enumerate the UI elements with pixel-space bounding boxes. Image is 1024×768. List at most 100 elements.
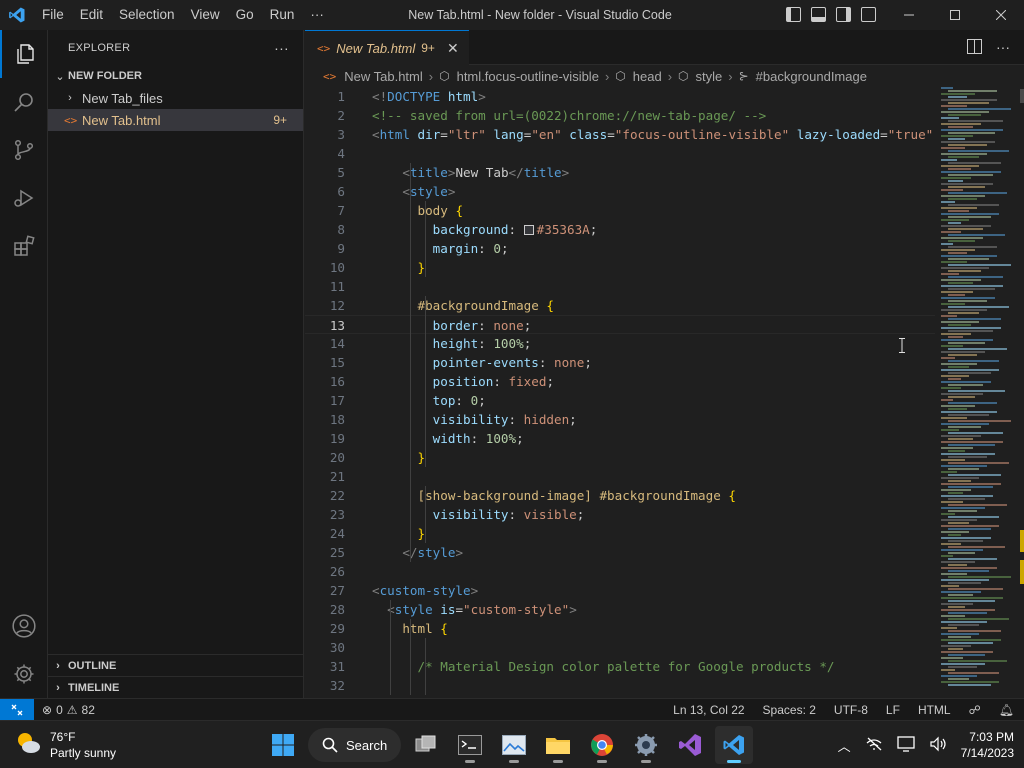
network-off-icon[interactable] — [865, 737, 883, 754]
menu-item-go[interactable]: Go — [228, 0, 262, 30]
code-editor[interactable]: 1 <!DOCTYPE html> 2 <!-- saved from url=(00… — [305, 87, 935, 698]
explorer-more-actions-button[interactable]: ··· — [274, 40, 289, 56]
tab-new-tab-html[interactable]: <> New Tab.html 9+ ✕ — [305, 30, 469, 65]
maximize-button[interactable] — [932, 0, 978, 30]
close-window-button[interactable] — [978, 0, 1024, 30]
file-explorer-icon[interactable] — [539, 726, 577, 764]
menu-item-edit[interactable]: Edit — [72, 0, 111, 30]
code-line[interactable]: 22 [show-background-image] #backgroundIm… — [305, 486, 935, 505]
menu-item-view[interactable]: View — [183, 0, 228, 30]
code-line[interactable]: 23 visibility: visible; — [305, 505, 935, 524]
code-line[interactable]: 3 <html dir="ltr" lang="en" class="focus-… — [305, 125, 935, 144]
code-line[interactable]: 31 /* Material Design color palette for … — [305, 657, 935, 676]
breadcrumb-item[interactable]: style — [696, 69, 723, 84]
search-icon[interactable] — [0, 78, 48, 126]
cursor-position[interactable]: Ln 13, Col 22 — [673, 703, 744, 717]
code-token: width — [432, 431, 471, 446]
code-line[interactable]: 26 — [305, 562, 935, 581]
code-line[interactable]: 12 #backgroundImage { — [305, 296, 935, 315]
explorer-icon[interactable] — [0, 30, 48, 78]
breadcrumb-item[interactable]: #backgroundImage — [756, 69, 867, 84]
vscode-taskbar-icon[interactable] — [715, 726, 754, 764]
code-text: body { — [372, 201, 464, 220]
display-icon[interactable] — [896, 735, 915, 755]
encoding[interactable]: UTF-8 — [834, 703, 868, 717]
tree-item-folder[interactable]: › New Tab_files — [48, 87, 303, 109]
task-view-icon[interactable] — [407, 726, 445, 764]
code-line[interactable]: 19 width: 100%; — [305, 429, 935, 448]
code-line[interactable]: 32 — [305, 676, 935, 695]
toggle-primary-sidebar-icon[interactable] — [786, 7, 801, 22]
chrome-app-icon[interactable] — [583, 726, 621, 764]
code-line[interactable]: 13 border: none; — [305, 315, 935, 334]
toggle-panel-icon[interactable] — [811, 7, 826, 22]
menu-item-selection[interactable]: Selection — [111, 0, 183, 30]
code-token: is — [440, 602, 456, 617]
code-line[interactable]: 4 — [305, 144, 935, 163]
split-editor-icon[interactable] — [967, 39, 982, 57]
show-hidden-icons-icon[interactable]: ︿ — [838, 736, 851, 755]
source-control-icon[interactable] — [0, 126, 48, 174]
minimap[interactable] — [937, 87, 1017, 698]
timeline-panel-header[interactable]: › TIMELINE — [48, 676, 304, 698]
outline-panel-header[interactable]: › OUTLINE — [48, 654, 304, 676]
taskbar-search[interactable]: Search — [308, 728, 402, 762]
menu-item-run[interactable]: Run — [262, 0, 303, 30]
menu-item-more[interactable]: ··· — [302, 0, 332, 30]
breadcrumb-item[interactable]: head — [633, 69, 662, 84]
code-line[interactable]: 14 height: 100%; — [305, 334, 935, 353]
code-line[interactable]: 29 html { — [305, 619, 935, 638]
code-line[interactable]: 6 <style> — [305, 182, 935, 201]
problems-status[interactable]: ⊗ 0 ⚠ 82 — [42, 703, 95, 717]
customize-layout-icon[interactable] — [861, 7, 876, 22]
code-line[interactable]: 7 body { — [305, 201, 935, 220]
code-line[interactable]: 15 pointer-events: none; — [305, 353, 935, 372]
close-tab-icon[interactable]: ✕ — [447, 40, 459, 57]
copilot-icon[interactable]: ☍ — [969, 703, 981, 717]
breadcrumb-item[interactable]: New Tab.html — [344, 69, 423, 84]
breadcrumb-item[interactable]: html.focus-outline-visible — [457, 69, 599, 84]
code-line[interactable]: 24 } — [305, 524, 935, 543]
code-line[interactable]: 25 </style> — [305, 543, 935, 562]
indentation[interactable]: Spaces: 2 — [763, 703, 816, 717]
code-line[interactable]: 1 <!DOCTYPE html> — [305, 87, 935, 106]
settings-gear-icon[interactable] — [0, 650, 48, 698]
folder-root[interactable]: ⌄ NEW FOLDER — [48, 65, 303, 87]
settings-app-icon[interactable] — [627, 726, 665, 764]
code-line[interactable]: 17 top: 0; — [305, 391, 935, 410]
code-line[interactable]: 11 — [305, 277, 935, 296]
code-line[interactable]: 28 <style is="custom-style"> — [305, 600, 935, 619]
code-line[interactable]: 8 background: #35363A; — [305, 220, 935, 239]
code-line[interactable]: 18 visibility: hidden; — [305, 410, 935, 429]
clock[interactable]: 7:03 PM 7/14/2023 — [961, 729, 1014, 761]
remote-icon[interactable] — [0, 698, 34, 721]
code-line[interactable]: 27 <custom-style> — [305, 581, 935, 600]
toggle-secondary-sidebar-icon[interactable] — [836, 7, 851, 22]
start-button[interactable] — [264, 726, 302, 764]
scrollbar-thumb[interactable] — [1020, 89, 1024, 103]
weather-widget[interactable]: 76°F Partly sunny — [14, 729, 116, 761]
volume-icon[interactable] — [929, 736, 947, 755]
end-of-line[interactable]: LF — [886, 703, 900, 717]
minimize-button[interactable] — [886, 0, 932, 30]
code-line[interactable]: 20 } — [305, 448, 935, 467]
extensions-icon[interactable] — [0, 222, 48, 270]
language-mode[interactable]: HTML — [918, 703, 951, 717]
code-line[interactable]: 5 <title>New Tab</title> — [305, 163, 935, 182]
code-line[interactable]: 30 — [305, 638, 935, 657]
terminal-app-icon[interactable] — [451, 726, 489, 764]
code-line[interactable]: 9 margin: 0; — [305, 239, 935, 258]
tree-item-file[interactable]: <> New Tab.html 9+ — [48, 109, 303, 131]
code-line[interactable]: 10 } — [305, 258, 935, 277]
run-debug-icon[interactable] — [0, 174, 48, 222]
code-line[interactable]: 2 <!-- saved from url=(0022)chrome://new-… — [305, 106, 935, 125]
menu-item-file[interactable]: File — [34, 0, 72, 30]
accounts-icon[interactable] — [0, 602, 48, 650]
more-actions-icon[interactable]: ··· — [996, 39, 1010, 57]
code-line[interactable]: 21 — [305, 467, 935, 486]
notifications-bell-icon[interactable]: 🔔︎ — [999, 703, 1014, 717]
code-line[interactable]: 16 position: fixed; — [305, 372, 935, 391]
color-swatch-icon[interactable] — [523, 225, 534, 235]
photos-app-icon[interactable] — [495, 726, 533, 764]
visual-studio-icon[interactable] — [671, 726, 709, 764]
